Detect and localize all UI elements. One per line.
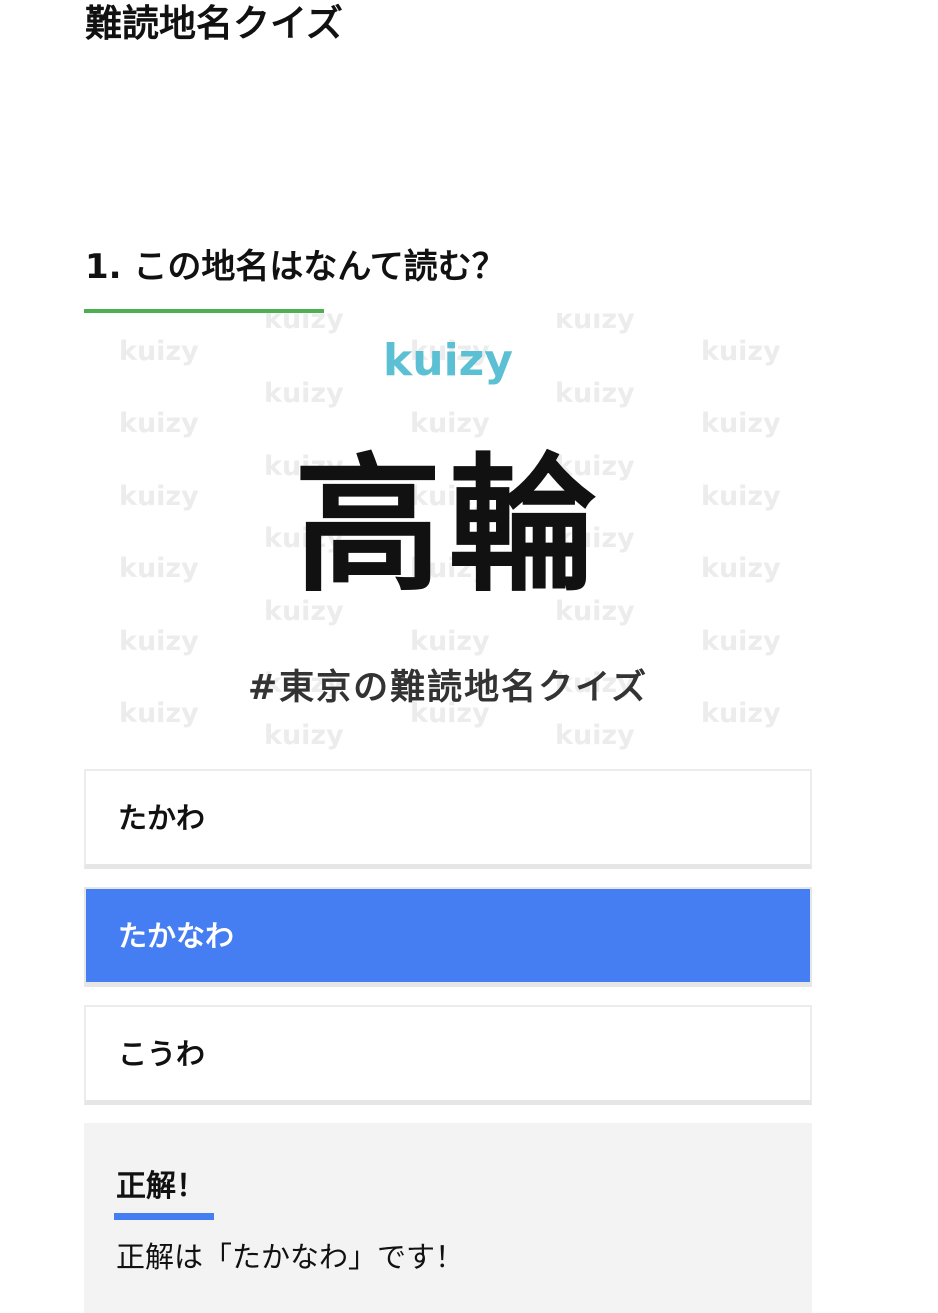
watermark-text: kuizy xyxy=(555,720,635,751)
watermark-text: kuizy xyxy=(119,408,199,439)
quiz-image: kuizy kuizy kuizy kuizy kuizy kuizy kuizy kuizy… xyxy=(84,313,812,763)
choice-option-2[interactable]: たかなわ xyxy=(84,887,812,987)
page-title: 難読地名クイズ xyxy=(85,2,343,45)
watermark-text: kuizy xyxy=(555,313,635,335)
watermark-text: kuizy xyxy=(264,720,344,751)
question-heading: 1. この地名はなんて読む？ xyxy=(85,247,506,287)
watermark-text: kuizy xyxy=(701,408,781,439)
watermark-text: kuizy xyxy=(264,313,344,335)
place-name-kanji: 高輪 xyxy=(294,440,602,612)
result-panel: 正解！ 正解は「たかなわ」です！ xyxy=(84,1123,812,1313)
kuizy-logo: kuizy xyxy=(383,335,513,386)
result-title: 正解！ xyxy=(116,1169,206,1204)
choice-option-1[interactable]: たかわ xyxy=(84,769,812,869)
watermark-text: kuizy xyxy=(410,626,490,657)
choice-option-3[interactable]: こうわ xyxy=(84,1005,812,1105)
choice-label: こうわ xyxy=(118,1037,206,1071)
watermark-text: kuizy xyxy=(701,626,781,657)
result-message: 正解は「たかなわ」です！ xyxy=(116,1240,465,1274)
choice-label: たかなわ xyxy=(118,919,235,953)
watermark-text: kuizy xyxy=(410,408,490,439)
result-title-underline xyxy=(114,1213,214,1220)
quiz-hashtag: #東京の難読地名クイズ xyxy=(247,668,649,708)
watermark-text: kuizy xyxy=(119,626,199,657)
choice-label: たかわ xyxy=(118,801,206,835)
